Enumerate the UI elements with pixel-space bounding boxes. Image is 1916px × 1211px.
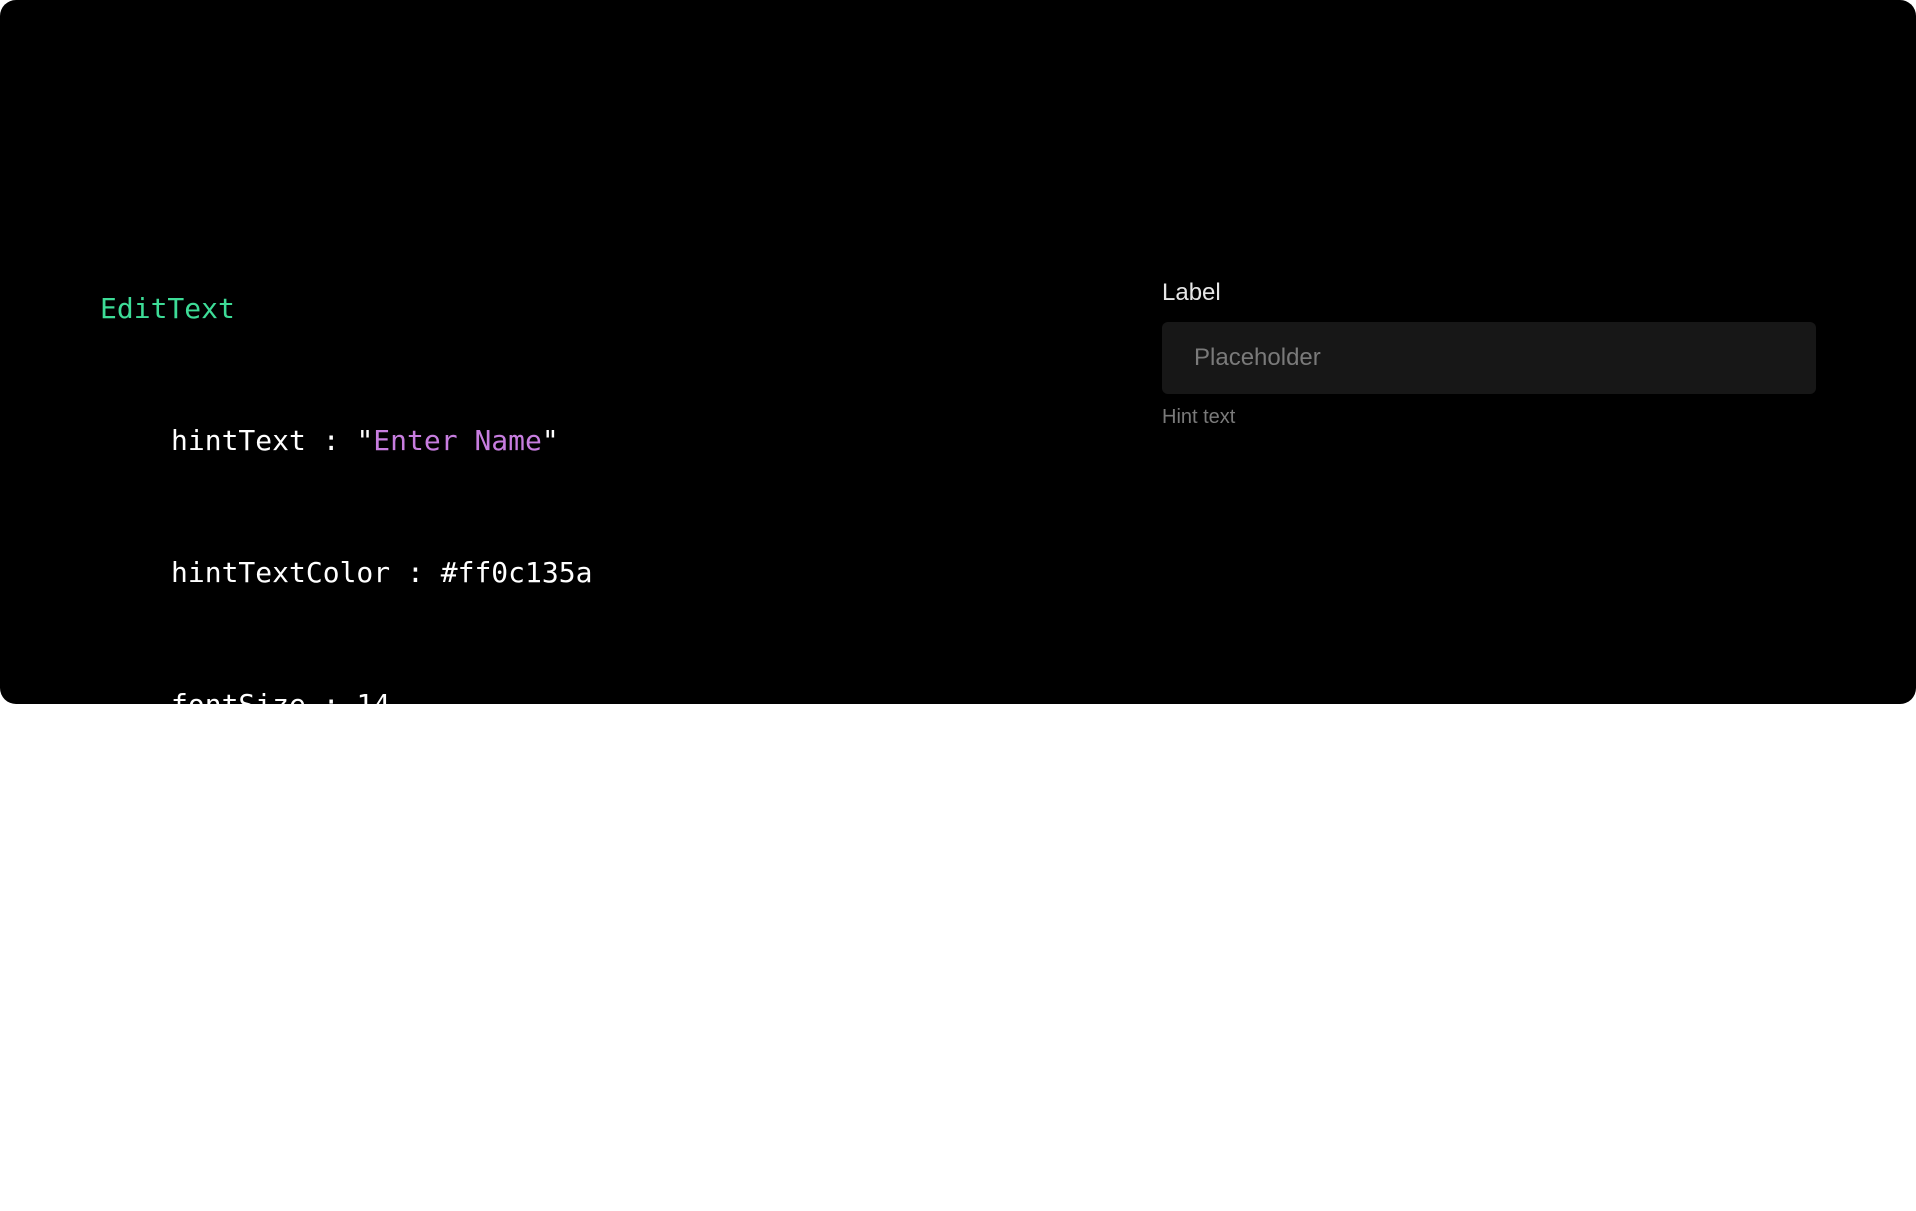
string-value: Enter Name [373,424,542,457]
code-line-property: height : 23 [100,815,592,859]
property-key: hintTextColor [171,556,391,589]
property-separator: : [305,688,357,721]
canvas: EditText hintText : "Enter Name" hintTex… [0,0,1916,1117]
property-key: height [171,820,273,853]
property-value: 6 [373,1084,391,1117]
property-value: 14 [356,688,391,721]
code-line-property: marginTop : 6 [100,1079,592,1123]
code-line-hinttext: hintText : "Enter Name" [100,419,592,463]
property-key: hintText [171,424,306,457]
property-key: fontSize [171,688,306,721]
property-separator: : [305,424,357,457]
field-label: Label [1162,279,1221,306]
code-line-property: fontSize : 14 [100,683,592,727]
property-key: width [171,952,256,985]
property-key: marginTop [171,1084,323,1117]
code-line-property: hintTextColor : #ff0c135a [100,551,592,595]
code-line-component: EditText [100,287,592,331]
name-input[interactable] [1162,322,1816,394]
component-name: EditText [100,292,235,325]
code-line-property: width : 56 [100,947,592,991]
edittext-preview: Label Hint text [1162,278,1816,430]
property-separator: : [255,952,306,985]
hint-text: Hint text [1162,406,1236,428]
property-value: #ff0c135a [440,556,593,589]
property-separator: : [322,1084,374,1117]
quote-open: " [356,424,374,457]
property-value: 23 [322,820,357,853]
code-block: EditText hintText : "Enter Name" hintTex… [100,199,592,1211]
property-separator: : [390,556,441,589]
property-separator: : [272,820,323,853]
quote-close: " [541,424,559,457]
property-value: 56 [305,952,340,985]
